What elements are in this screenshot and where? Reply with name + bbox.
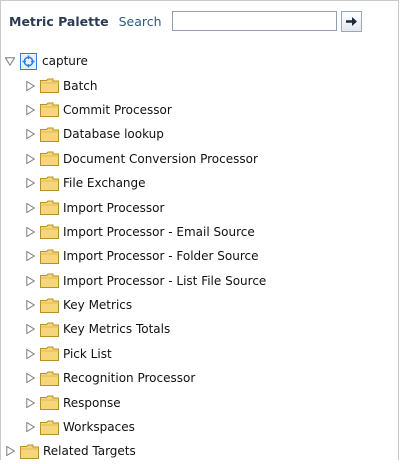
- tree-node-label: Document Conversion Processor: [63, 151, 258, 166]
- collapsed-triangle-icon[interactable]: [5, 445, 15, 457]
- collapsed-triangle-icon[interactable]: [25, 275, 35, 287]
- collapsed-triangle-icon[interactable]: [25, 104, 35, 116]
- tree-node-child[interactable]: Commit Processor: [1, 98, 398, 122]
- folder-icon: [40, 420, 59, 435]
- tree-node-label: Recognition Processor: [63, 371, 196, 386]
- capture-root-icon: [20, 52, 37, 70]
- folder-icon: [40, 224, 59, 240]
- tree-node-child[interactable]: File Exchange: [1, 171, 398, 195]
- folder-icon: [20, 444, 39, 459]
- tree-node-child[interactable]: Recognition Processor: [1, 366, 398, 390]
- folder-icon: [40, 298, 59, 313]
- tree-node-child[interactable]: Import Processor - Email Source: [1, 220, 398, 244]
- tree-node-label: Database lookup: [63, 127, 164, 142]
- tree-node-label: Response: [63, 395, 121, 410]
- folder-icon: [40, 151, 59, 167]
- collapsed-triangle-icon[interactable]: [25, 80, 35, 92]
- tree-node-child[interactable]: Document Conversion Processor: [1, 147, 398, 171]
- collapsed-triangle-icon[interactable]: [25, 250, 35, 262]
- collapsed-triangle-icon[interactable]: [25, 153, 35, 165]
- folder-icon: [40, 200, 59, 216]
- collapsed-triangle-icon[interactable]: [25, 177, 35, 189]
- collapsed-triangle-icon[interactable]: [25, 397, 35, 409]
- collapsed-triangle-icon[interactable]: [25, 372, 35, 384]
- palette-title: Metric Palette: [9, 13, 109, 29]
- collapsed-triangle-icon[interactable]: [25, 323, 35, 335]
- tree-node-label: File Exchange: [63, 176, 146, 191]
- folder-icon: [40, 346, 59, 362]
- tree-node-child[interactable]: Key Metrics: [1, 293, 398, 317]
- tree-node-capture[interactable]: capture: [1, 49, 398, 73]
- collapsed-triangle-icon[interactable]: [25, 226, 35, 238]
- tree-node-child[interactable]: Workspaces: [1, 415, 398, 439]
- tree-node-child[interactable]: Import Processor - List File Source: [1, 269, 398, 293]
- tree-node-label: Key Metrics: [63, 298, 133, 313]
- expanded-triangle-icon[interactable]: [5, 55, 15, 67]
- tree-node-child[interactable]: Key Metrics Totals: [1, 317, 398, 341]
- tree-node-label: Import Processor - Folder Source: [63, 249, 259, 264]
- tree-node-related-targets[interactable]: Related Targets: [1, 439, 398, 463]
- collapsed-triangle-icon[interactable]: [25, 202, 35, 214]
- metric-tree: capture Batch Commit Processor Database lo…: [1, 49, 398, 464]
- folder-icon: [40, 102, 59, 118]
- folder-icon: [40, 273, 59, 289]
- tree-node-label: Import Processor - Email Source: [63, 224, 255, 239]
- tree-node-child[interactable]: Response: [1, 390, 398, 414]
- folder-icon: [40, 78, 59, 94]
- tree-node-label: Related Targets: [43, 444, 136, 459]
- search-label: Search: [118, 13, 162, 29]
- tree-node-child[interactable]: Batch: [1, 73, 398, 97]
- collapsed-triangle-icon[interactable]: [25, 348, 35, 360]
- folder-icon: [40, 127, 59, 142]
- collapsed-triangle-icon[interactable]: [25, 299, 35, 311]
- tree-node-label: capture: [42, 54, 88, 69]
- folder-icon: [40, 371, 59, 386]
- tree-node-label: Import Processor - List File Source: [63, 273, 267, 288]
- tree-node-child[interactable]: Import Processor: [1, 195, 398, 219]
- tree-node-child[interactable]: Database lookup: [1, 122, 398, 146]
- tree-node-label: Workspaces: [63, 420, 135, 435]
- tree-node-label: Import Processor: [63, 200, 165, 215]
- arrow-right-icon: [345, 16, 357, 26]
- tree-node-label: Commit Processor: [63, 102, 172, 117]
- palette-header: Metric Palette Search: [1, 1, 398, 41]
- tree-node-label: Batch: [63, 78, 98, 93]
- collapsed-triangle-icon[interactable]: [25, 421, 35, 433]
- folder-icon: [40, 395, 59, 411]
- collapsed-triangle-icon[interactable]: [25, 128, 35, 140]
- folder-icon: [40, 176, 59, 191]
- metric-palette-panel: Metric Palette Search capture Batch Commi…: [0, 0, 399, 460]
- tree-node-child[interactable]: Pick List: [1, 342, 398, 366]
- search-go-button[interactable]: [340, 10, 362, 32]
- tree-node-child[interactable]: Import Processor - Folder Source: [1, 244, 398, 268]
- tree-node-label: Key Metrics Totals: [63, 322, 171, 337]
- search-input[interactable]: [171, 11, 337, 31]
- tree-node-label: Pick List: [63, 346, 112, 361]
- folder-icon: [40, 249, 59, 264]
- folder-icon: [40, 322, 59, 337]
